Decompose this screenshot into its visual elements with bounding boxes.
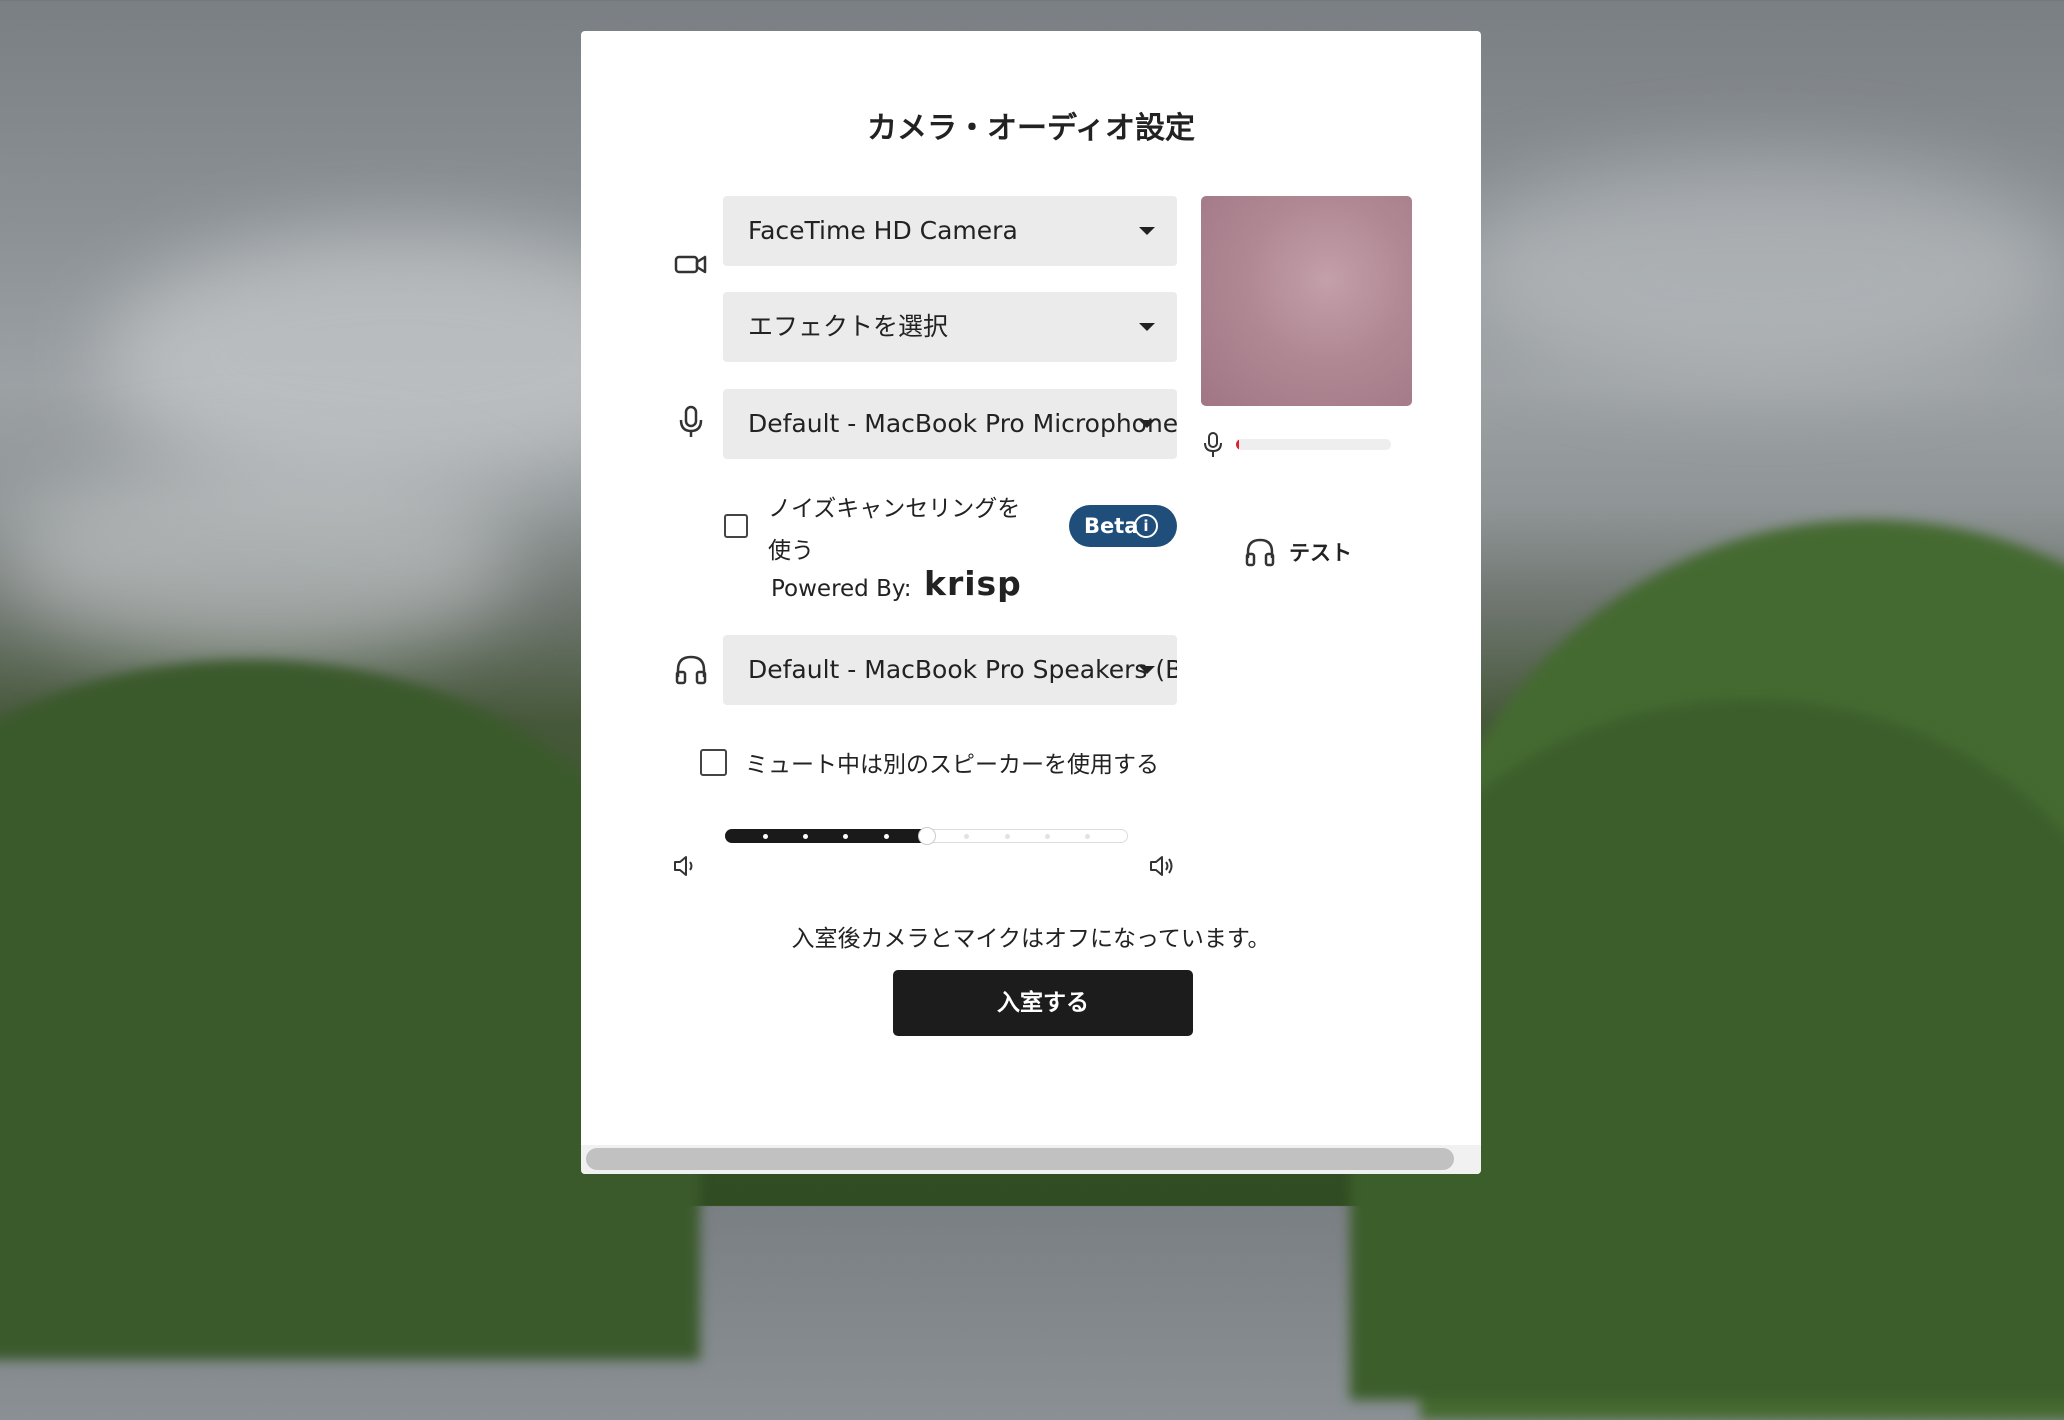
chevron-down-icon bbox=[1139, 666, 1155, 674]
chevron-down-icon bbox=[1139, 227, 1155, 235]
info-icon: i bbox=[1134, 514, 1158, 538]
volume-step-dot bbox=[1004, 834, 1010, 839]
chevron-down-icon bbox=[1139, 420, 1155, 428]
camera-icon bbox=[674, 255, 707, 274]
horizontal-scrollbar[interactable] bbox=[581, 1145, 1481, 1174]
microphone-select[interactable]: Default - MacBook Pro Microphone (Built-… bbox=[723, 389, 1177, 459]
mic-icon bbox=[1204, 432, 1222, 457]
beta-badge[interactable]: Beta i bbox=[1069, 505, 1177, 547]
microphone-select-value: Default - MacBook Pro Microphone (Built-… bbox=[748, 409, 1177, 438]
speaker-select[interactable]: Default - MacBook Pro Speakers (Built-in… bbox=[723, 635, 1177, 705]
effect-select-value: エフェクトを選択 bbox=[748, 312, 949, 341]
camera-select-value: FaceTime HD Camera bbox=[748, 216, 1018, 245]
camera-preview bbox=[1201, 196, 1412, 406]
speaker-test-button[interactable]: テスト bbox=[1241, 533, 1371, 573]
volume-slider-handle[interactable] bbox=[917, 827, 936, 845]
volume-low-icon bbox=[674, 856, 693, 876]
settings-dialog: カメラ・オーディオ設定 FaceTime HD Camera エフェクトを選択 … bbox=[581, 31, 1481, 1174]
enter-room-button[interactable]: 入室する bbox=[893, 970, 1193, 1036]
volume-step-dot bbox=[1044, 834, 1050, 839]
mic-icon bbox=[679, 405, 703, 437]
mute-speaker-checkbox[interactable] bbox=[700, 749, 727, 776]
volume-step-dot bbox=[883, 834, 889, 839]
volume-step-dot bbox=[762, 834, 768, 839]
noise-cancel-label-line1: ノイズキャンセリングを bbox=[768, 496, 1021, 522]
speaker-select-value: Default - MacBook Pro Speakers (Built-in… bbox=[748, 655, 1177, 684]
beta-label: Beta bbox=[1084, 514, 1139, 538]
headphones-icon bbox=[675, 655, 707, 685]
chevron-down-icon bbox=[1139, 323, 1155, 331]
test-label: テスト bbox=[1289, 541, 1352, 565]
noise-cancel-checkbox[interactable] bbox=[724, 514, 748, 538]
scrollbar-thumb[interactable] bbox=[586, 1148, 1454, 1170]
mic-level-fill bbox=[1236, 439, 1240, 450]
mic-level-meter bbox=[1236, 439, 1391, 450]
headphones-icon bbox=[1245, 538, 1275, 567]
effect-select[interactable]: エフェクトを選択 bbox=[723, 292, 1177, 362]
dialog-title: カメラ・オーディオ設定 bbox=[867, 111, 1195, 146]
noise-cancel-label-line2: 使う bbox=[768, 538, 814, 564]
volume-slider-fill bbox=[725, 829, 927, 843]
volume-high-icon bbox=[1150, 856, 1173, 876]
camera-mic-off-notice: 入室後カメラとマイクはオフになっています。 bbox=[791, 926, 1271, 952]
mute-speaker-label: ミュート中は別のスピーカーを使用する bbox=[745, 752, 1159, 778]
krisp-logo: krisp bbox=[924, 564, 1022, 603]
camera-select[interactable]: FaceTime HD Camera bbox=[723, 196, 1177, 266]
powered-by-label: Powered By: bbox=[771, 576, 912, 602]
